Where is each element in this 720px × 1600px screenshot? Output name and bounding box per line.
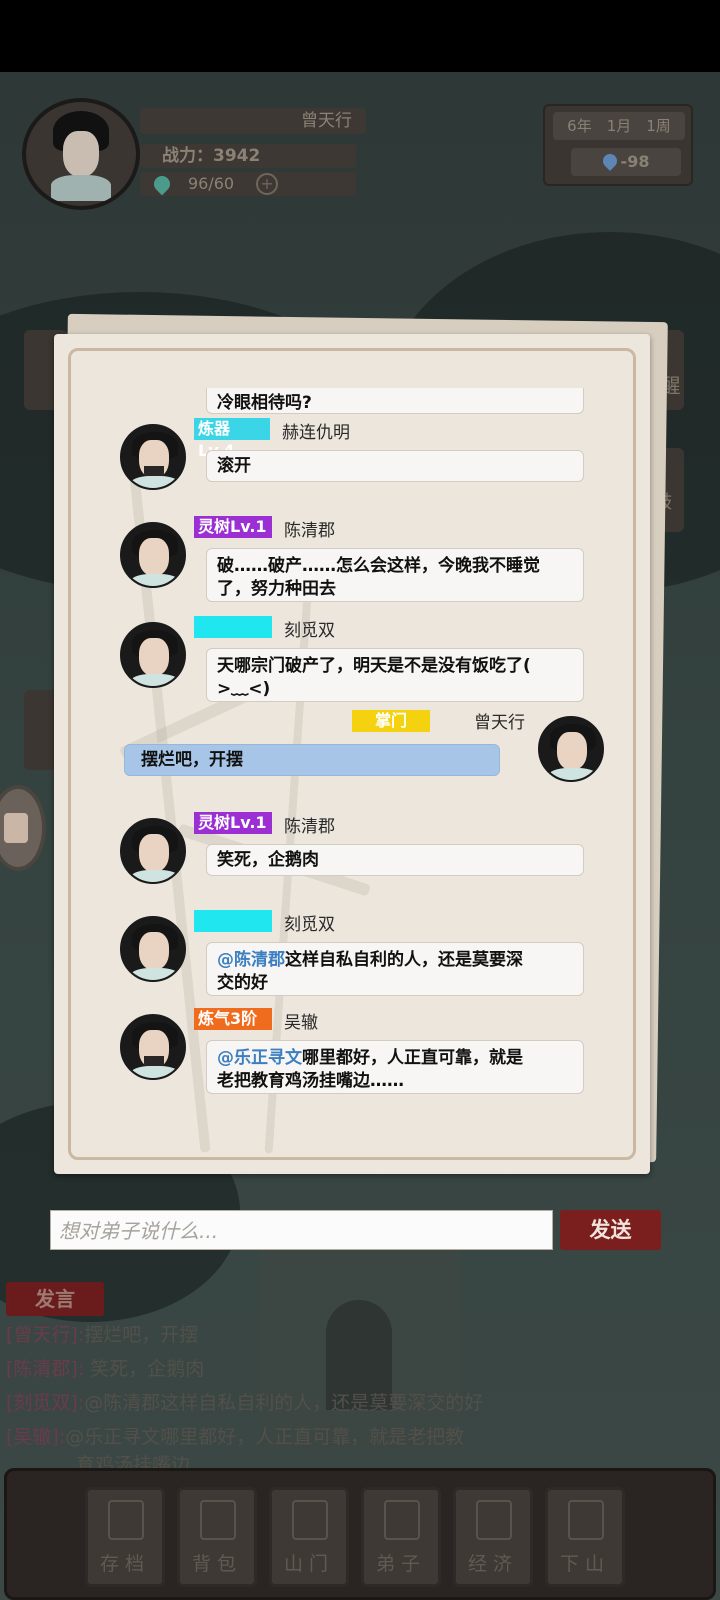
nav-economy-button[interactable]: 经济: [453, 1487, 533, 1587]
level-tag: 炼器Lv.4: [194, 418, 270, 460]
power-value: 战力：3942: [140, 144, 356, 168]
message-input[interactable]: 想对弟子说什么...: [50, 1210, 553, 1250]
username: 赫连仇明: [282, 423, 350, 443]
bg-chat-line: [刻觅双]:@陈清郡这样自私自利的人，还是莫要深交的好: [6, 1392, 484, 1414]
rank-tag: 掌门: [352, 710, 430, 732]
bag-icon: [200, 1500, 236, 1540]
message-bubble: 笑死，企鹅肉: [206, 844, 584, 876]
username: 陈清郡: [284, 521, 335, 541]
username: 吴辙: [284, 1013, 318, 1033]
player-name: 曾天行: [140, 108, 366, 134]
mention-link[interactable]: @乐正寻文: [217, 1048, 302, 1068]
message-bubble: @乐正寻文哪里都好，人正直可靠，就是 老把教育鸡汤挂嘴边……: [206, 1040, 584, 1094]
coin-icon: [476, 1500, 512, 1540]
nav-descend-button[interactable]: 下山: [545, 1487, 625, 1587]
spirit-stone-count: -98: [571, 148, 681, 176]
message-bubble: 破……破产……怎么会这样，今晚我不睡觉 了，努力种田去: [206, 548, 584, 602]
message-bubble: 摆烂吧，开摆: [124, 744, 500, 776]
disciple-icon: [384, 1500, 420, 1540]
username: 曾天行: [474, 713, 525, 733]
bottom-nav-bar: 存档 背包 山门 弟子 经济 下山: [4, 1468, 716, 1600]
level-tag: 灵树Lv.1: [194, 516, 272, 538]
message-bubble: @陈清郡这样自私自利的人，还是莫要深 交的好: [206, 942, 584, 996]
gate-icon: [292, 1500, 328, 1540]
chat-message-list[interactable]: 冷眼相待吗? 炼器Lv.4 赫连仇明 滚开 灵树Lv.1 陈清郡 破……破产………: [66, 388, 636, 1108]
message-bubble: 天哪宗门破产了，明天是不是没有饭吃了(>﹏<): [206, 648, 584, 702]
username: 刻觅双: [284, 621, 335, 641]
nav-save-button[interactable]: 存档: [85, 1487, 165, 1587]
nav-disciple-button[interactable]: 弟子: [361, 1487, 441, 1587]
level-tag: [194, 616, 272, 638]
bg-chat-line: [曾天行]:摆烂吧，开摆: [6, 1324, 199, 1346]
stamina-icon: [150, 172, 174, 196]
spirit-stone-icon: [599, 151, 620, 171]
message-bubble: 冷眼相待吗?: [206, 388, 584, 414]
date-panel: 6年 1月 1周 -98: [543, 104, 693, 186]
stamina-bar: 96/60 +: [140, 172, 356, 196]
username: 陈清郡: [284, 817, 335, 837]
username: 刻觅双: [284, 915, 335, 935]
avatar[interactable]: [120, 818, 186, 884]
level-tag: [194, 910, 272, 932]
player-avatar[interactable]: [22, 98, 140, 210]
nav-bag-button[interactable]: 背包: [177, 1487, 257, 1587]
bg-chat-line: [陈清郡]: 笑死，企鹅肉: [6, 1358, 205, 1380]
status-bar: [0, 0, 720, 72]
level-tag: 炼气3阶: [194, 1008, 272, 1030]
avatar-self[interactable]: [538, 716, 604, 782]
spirit-stone-value: -98: [620, 152, 650, 171]
mention-link[interactable]: @陈清郡: [217, 950, 285, 970]
avatar[interactable]: [120, 424, 186, 490]
bg-chat-line: [吴辙]:@乐正寻文哪里都好，人正直可靠，就是老把教: [6, 1426, 465, 1448]
message-bubble: 滚开: [206, 450, 584, 482]
avatar[interactable]: [120, 1014, 186, 1080]
background-chat-log: [曾天行]:摆烂吧，开摆 [陈清郡]: 笑死，企鹅肉 [刻觅双]:@陈清郡这样自…: [6, 1318, 526, 1476]
speak-button[interactable]: 发言: [6, 1282, 104, 1316]
stamina-value: 96/60: [188, 174, 235, 193]
avatar[interactable]: [120, 916, 186, 982]
send-button[interactable]: 发送: [560, 1210, 661, 1250]
avatar[interactable]: [120, 522, 186, 588]
nav-gate-button[interactable]: 山门: [269, 1487, 349, 1587]
plus-icon[interactable]: +: [256, 173, 278, 195]
date-text: 6年 1月 1周: [553, 112, 685, 140]
level-tag: 灵树Lv.1: [194, 812, 272, 834]
mountain-icon: [568, 1500, 604, 1540]
avatar[interactable]: [120, 622, 186, 688]
book-icon: [108, 1500, 144, 1540]
